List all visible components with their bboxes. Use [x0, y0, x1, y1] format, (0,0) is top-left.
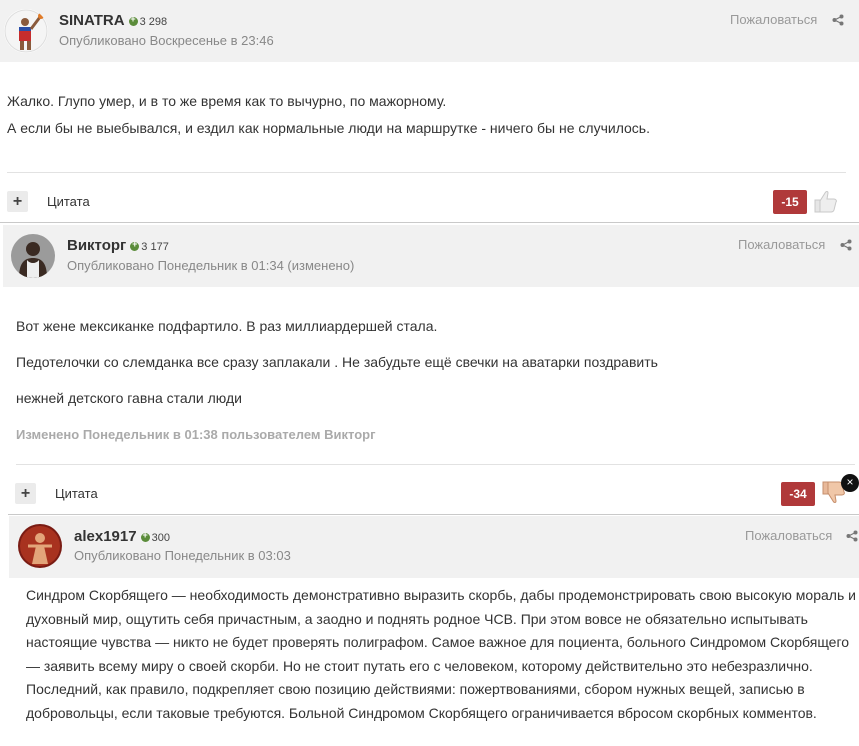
post-line: добровольцы, если таковые требуются. Бол…: [26, 704, 817, 721]
post-line: настоящие чувства — никто не будет прове…: [26, 634, 850, 650]
divider: [16, 464, 855, 465]
author-name[interactable]: SINATRA 3 298: [59, 12, 167, 29]
avatar[interactable]: [11, 234, 55, 278]
close-icon[interactable]: ×: [841, 474, 859, 492]
post-line: А если бы не выебывался, и ездил как нор…: [7, 120, 650, 136]
post-line: Синдром Скорбящего — необходимость демон…: [26, 587, 856, 603]
plus-circle-icon: [140, 530, 150, 542]
share-icon[interactable]: [832, 14, 844, 26]
edited-note: Изменено Понедельник в 01:38 пользовател…: [16, 427, 376, 442]
thumbs-up-icon[interactable]: [811, 187, 839, 215]
post-line: Педотелочки со слемданка все сразу запла…: [16, 354, 658, 370]
reputation-score: -34: [781, 482, 815, 506]
reputation-value: 3 177: [141, 241, 169, 253]
post-line: Последний, как правило, подкрепляет свою…: [26, 681, 805, 697]
reputation-score: -15: [773, 190, 807, 214]
report-link[interactable]: Пожаловаться: [730, 12, 817, 27]
share-icon[interactable]: [846, 530, 858, 542]
post-line: духовный мир, ощутить себя причастным, а…: [26, 610, 808, 627]
report-link[interactable]: Пожаловаться: [745, 528, 832, 543]
published-date: Опубликовано Понедельник в 03:03: [74, 548, 291, 563]
quote-button[interactable]: Цитата: [55, 486, 98, 501]
plus-circle-icon: [128, 14, 138, 26]
post-header: [3, 225, 859, 287]
post-line: нежней детского гавна стали люди: [16, 390, 242, 406]
post-line: Вот жене мексиканке подфартило. В раз ми…: [16, 318, 438, 334]
avatar[interactable]: [18, 524, 62, 568]
quote-plus-icon[interactable]: +: [15, 483, 36, 504]
author-name-text[interactable]: alex1917: [74, 528, 137, 545]
post-line: Жалко. Глупо умер, и в то же время как т…: [7, 93, 447, 109]
reputation-value: 3 298: [139, 16, 168, 28]
post-header: [0, 0, 859, 62]
divider: [7, 172, 846, 173]
avatar[interactable]: [4, 9, 48, 53]
report-link[interactable]: Пожаловаться: [738, 237, 825, 252]
author-name-text[interactable]: SINATRA: [59, 12, 125, 29]
reputation: 3 177: [130, 239, 169, 253]
post-separator: [0, 222, 859, 223]
post-body: Синдром Скорбящего — необходимость демон…: [26, 584, 859, 725]
plus-circle-icon: [130, 239, 140, 251]
quote-button[interactable]: Цитата: [47, 194, 90, 209]
author-name[interactable]: Викторг 3 177: [67, 237, 169, 254]
author-name-text[interactable]: Викторг: [67, 237, 126, 254]
author-name[interactable]: alex1917 300: [74, 528, 170, 545]
published-date: Опубликовано Воскресенье в 23:46: [59, 33, 274, 48]
reputation: 300: [140, 530, 170, 544]
share-icon[interactable]: [840, 239, 852, 251]
post-header: [9, 516, 859, 578]
reputation-value: 300: [151, 532, 170, 544]
post-line: — заявить всему миру о своей скорби. Но …: [26, 657, 813, 674]
post-separator: [8, 514, 859, 515]
published-date: Опубликовано Понедельник в 01:34 (измене…: [67, 258, 355, 273]
reputation: 3 298: [128, 14, 168, 28]
quote-plus-icon[interactable]: +: [7, 191, 28, 212]
